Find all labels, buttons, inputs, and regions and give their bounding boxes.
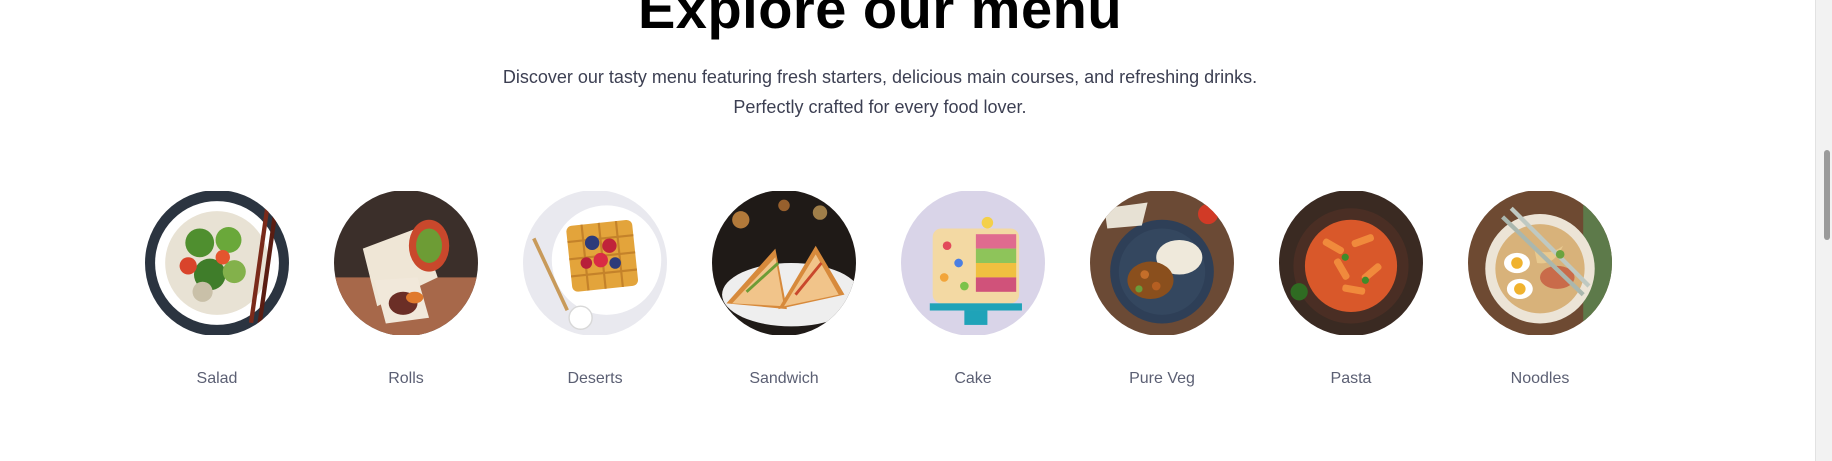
- menu-label-sandwich: Sandwich: [749, 370, 819, 387]
- menu-item-salad[interactable]: Salad: [145, 190, 289, 388]
- noodles-bowl-image[interactable]: [1468, 190, 1612, 336]
- veg-curry-image[interactable]: [1090, 190, 1234, 336]
- menu-item-pasta[interactable]: Pasta: [1279, 190, 1423, 388]
- menu-label-pasta: Pasta: [1330, 370, 1372, 387]
- salad-bowl-image[interactable]: [145, 190, 289, 336]
- pasta-image[interactable]: [1279, 190, 1423, 336]
- cake-image[interactable]: [901, 190, 1045, 336]
- menu-label-cake: Cake: [954, 370, 992, 387]
- menu-item-deserts[interactable]: Deserts: [523, 190, 667, 388]
- vertical-scrollbar[interactable]: [1815, 0, 1832, 461]
- menu-label-pure-veg: Pure Veg: [1129, 370, 1195, 387]
- menu-item-sandwich[interactable]: Sandwich: [712, 190, 856, 388]
- waffle-dessert-image[interactable]: [523, 190, 667, 336]
- subtitle-line-2: Perfectly crafted for every food lover.: [733, 97, 1027, 117]
- menu-item-noodles[interactable]: Noodles: [1468, 190, 1612, 388]
- menu-item-pure-veg[interactable]: Pure Veg: [1090, 190, 1234, 388]
- menu-label-salad: Salad: [196, 370, 238, 387]
- sandwich-image[interactable]: [712, 190, 856, 336]
- menu-label-rolls: Rolls: [388, 370, 424, 387]
- subtitle-line-1: Discover our tasty menu featuring fresh …: [502, 67, 1258, 87]
- menu-item-cake[interactable]: Cake: [901, 190, 1045, 388]
- wrap-rolls-image[interactable]: [334, 190, 478, 336]
- scrollbar-thumb[interactable]: [1824, 150, 1830, 240]
- section-title: Explore our menu: [637, 0, 1123, 40]
- menu-item-rolls[interactable]: Rolls: [334, 190, 478, 388]
- menu-label-noodles: Noodles: [1510, 370, 1570, 387]
- explore-menu-section: Explore our menu Discover our tasty menu…: [0, 0, 1832, 461]
- menu-label-deserts: Deserts: [567, 370, 623, 387]
- section-subtitle: Discover our tasty menu featuring fresh …: [430, 62, 1330, 122]
- menu-category-list: Salad Rolls Deserts Sandwich Cake Pure V…: [145, 190, 1612, 388]
